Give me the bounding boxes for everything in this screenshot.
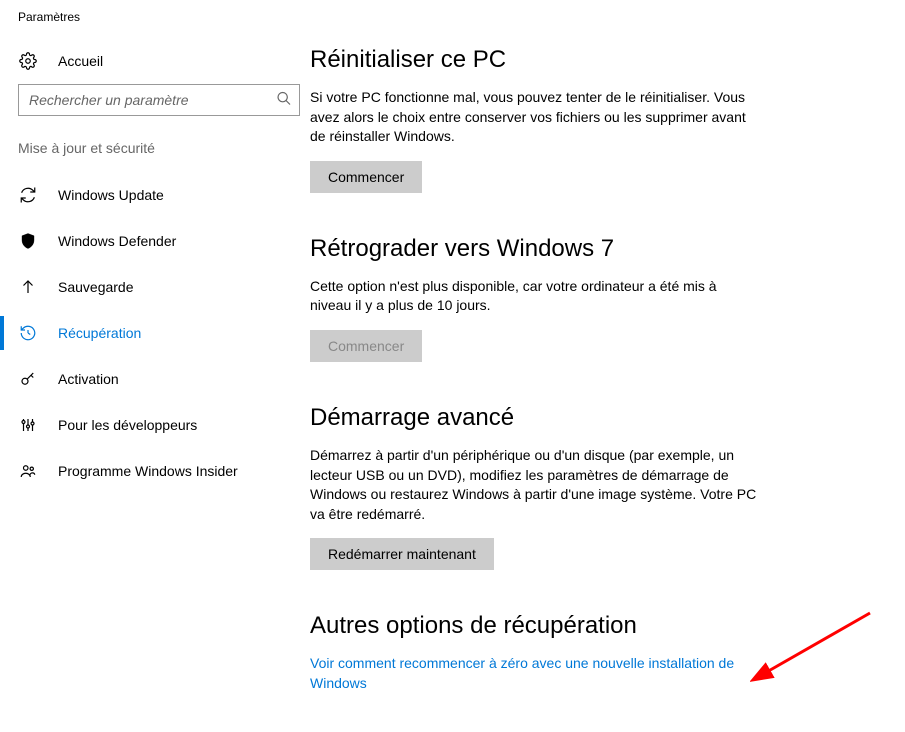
sidebar-item-label: Programme Windows Insider bbox=[58, 463, 238, 479]
sidebar-item-windows-update[interactable]: Windows Update bbox=[0, 172, 310, 218]
section-title: Rétrograder vers Windows 7 bbox=[310, 235, 830, 263]
sidebar-item-label: Récupération bbox=[58, 325, 141, 341]
key-icon bbox=[18, 370, 38, 388]
restart-now-button[interactable]: Redémarrer maintenant bbox=[310, 538, 494, 570]
sidebar-item-activation[interactable]: Activation bbox=[0, 356, 310, 402]
section-downgrade: Rétrograder vers Windows 7 Cette option … bbox=[310, 235, 830, 362]
main-content: Réinitialiser ce PC Si votre PC fonction… bbox=[310, 46, 870, 694]
sidebar-home[interactable]: Accueil bbox=[18, 46, 310, 84]
sidebar-item-recovery[interactable]: Récupération bbox=[0, 310, 310, 356]
search-input[interactable] bbox=[18, 84, 300, 116]
developer-icon bbox=[18, 416, 38, 434]
section-title: Autres options de récupération bbox=[310, 612, 830, 640]
window-title: Paramètres bbox=[0, 0, 905, 24]
sidebar-item-label: Windows Update bbox=[58, 187, 164, 203]
section-body: Cette option n'est plus disponible, car … bbox=[310, 277, 760, 316]
search-box[interactable] bbox=[18, 84, 300, 116]
section-body: Démarrez à partir d'un périphérique ou d… bbox=[310, 446, 760, 524]
gear-icon bbox=[18, 52, 38, 70]
section-advanced-startup: Démarrage avancé Démarrez à partir d'un … bbox=[310, 404, 830, 570]
sidebar: Accueil Mise à jour et sécurité Windows … bbox=[0, 46, 310, 694]
sidebar-item-backup[interactable]: Sauvegarde bbox=[0, 264, 310, 310]
sidebar-item-windows-defender[interactable]: Windows Defender bbox=[0, 218, 310, 264]
sidebar-item-insider[interactable]: Programme Windows Insider bbox=[0, 448, 310, 494]
sidebar-item-developers[interactable]: Pour les développeurs bbox=[0, 402, 310, 448]
sidebar-home-label: Accueil bbox=[58, 53, 103, 69]
section-other-recovery: Autres options de récupération Voir comm… bbox=[310, 612, 830, 693]
sidebar-item-label: Windows Defender bbox=[58, 233, 176, 249]
section-reset-pc: Réinitialiser ce PC Si votre PC fonction… bbox=[310, 46, 830, 193]
fresh-install-link[interactable]: Voir comment recommencer à zéro avec une… bbox=[310, 654, 760, 693]
downgrade-start-button: Commencer bbox=[310, 330, 422, 362]
section-title: Réinitialiser ce PC bbox=[310, 46, 830, 74]
history-icon bbox=[18, 324, 38, 342]
sidebar-item-label: Pour les développeurs bbox=[58, 417, 197, 433]
upload-arrow-icon bbox=[18, 278, 38, 296]
section-body: Si votre PC fonctionne mal, vous pouvez … bbox=[310, 88, 760, 147]
sync-icon bbox=[18, 186, 38, 204]
sidebar-item-label: Activation bbox=[58, 371, 119, 387]
shield-icon bbox=[18, 232, 38, 250]
section-title: Démarrage avancé bbox=[310, 404, 830, 432]
sidebar-category-header: Mise à jour et sécurité bbox=[18, 140, 310, 156]
insider-icon bbox=[18, 462, 38, 480]
sidebar-item-label: Sauvegarde bbox=[58, 279, 134, 295]
reset-start-button[interactable]: Commencer bbox=[310, 161, 422, 193]
